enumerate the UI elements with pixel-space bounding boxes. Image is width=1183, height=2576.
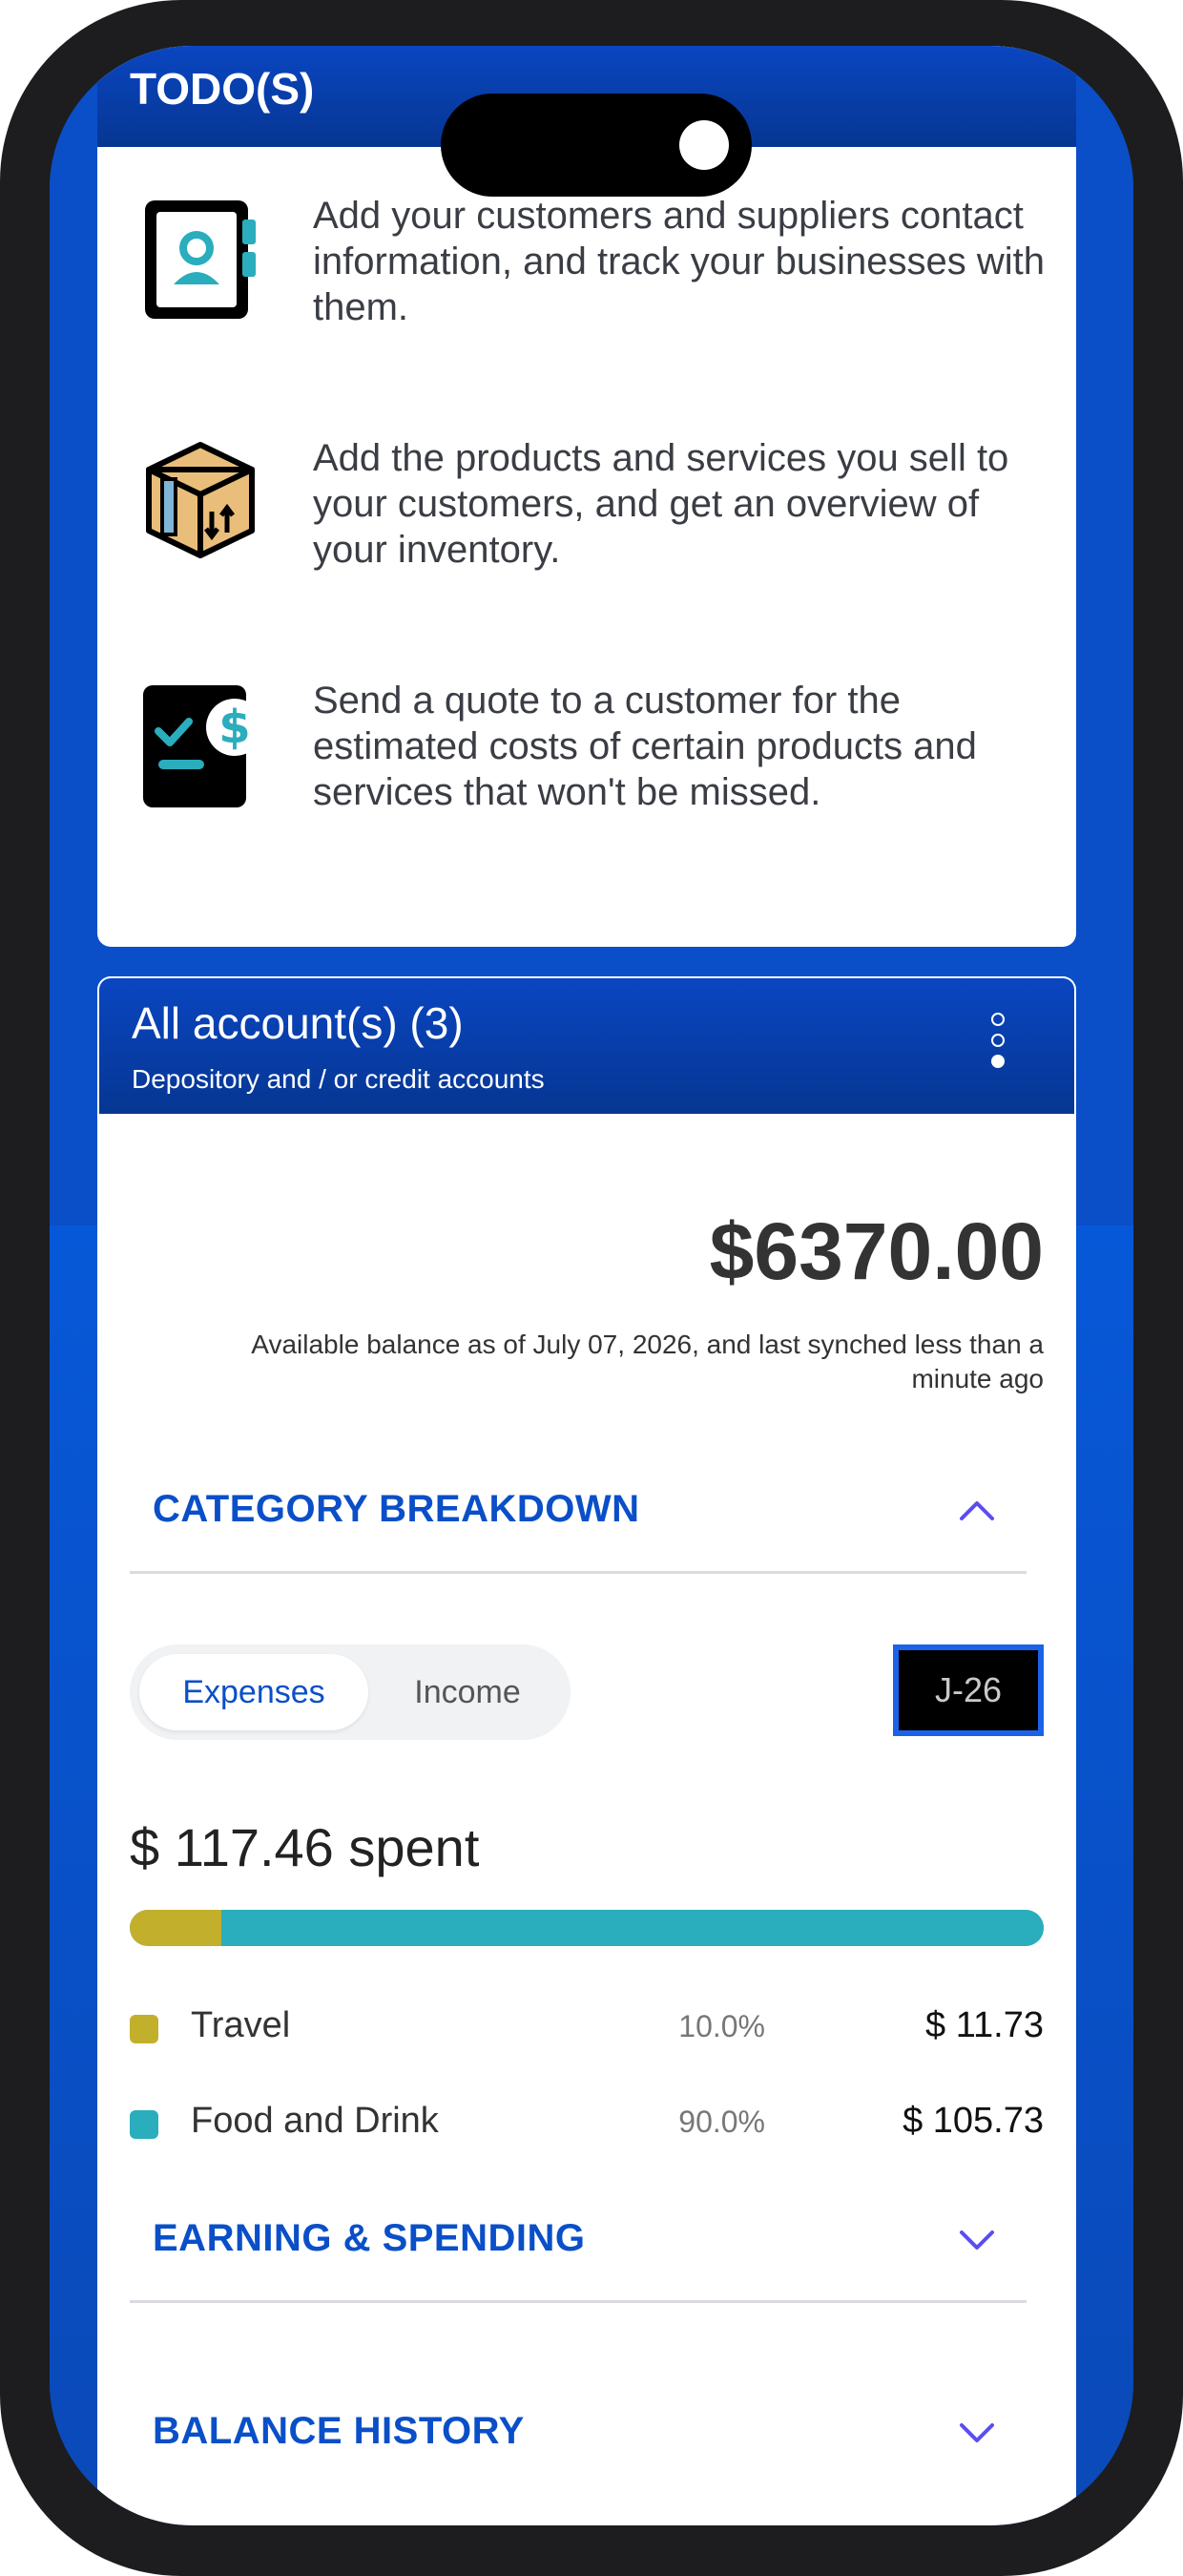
category-amount: $ 105.73 <box>903 2101 1044 2141</box>
period-button[interactable]: J-26 <box>893 1644 1044 1736</box>
earning-spending-toggle[interactable]: EARNING & SPENDING <box>130 2169 1027 2303</box>
category-name: Food and Drink <box>191 2101 439 2141</box>
camera-icon <box>679 120 729 170</box>
category-amount: $ 11.73 <box>925 2005 1044 2045</box>
quote-invoice-icon: $ <box>135 678 265 807</box>
travel-color-dot <box>130 2015 158 2043</box>
chevron-up-icon <box>960 1501 994 1520</box>
phone-frame: TODO(S) Add your customers and suppliers… <box>0 0 1183 2576</box>
accounts-card: All account(s) (3) Depository and / or c… <box>97 976 1076 2525</box>
todo-text: Add the products and services you sell t… <box>313 437 1009 571</box>
earning-spending-title: EARNING & SPENDING <box>153 2217 586 2259</box>
accounts-subtitle: Depository and / or credit accounts <box>132 1064 545 1094</box>
balance-note: Available balance as of July 07, 2026, a… <box>251 1330 1044 1393</box>
tab-income[interactable]: Income <box>374 1654 561 1730</box>
todo-text: Add your customers and suppliers contact… <box>313 195 1046 328</box>
contacts-icon <box>135 193 265 323</box>
dynamic-island <box>441 94 752 197</box>
category-percent: 10.0% <box>678 2009 765 2043</box>
inventory-box-icon <box>135 435 265 565</box>
balance-amount: $6370.00 <box>709 1206 1044 1296</box>
todo-title: TODO(S) <box>130 64 315 114</box>
category-row-food[interactable]: Food and Drink 90.0% $ 105.73 <box>130 2093 1044 2150</box>
category-bar <box>130 1910 1044 1946</box>
category-breakdown-title: CATEGORY BREAKDOWN <box>153 1488 640 1530</box>
category-percent: 90.0% <box>678 2105 765 2139</box>
chevron-down-icon <box>960 2230 994 2250</box>
expense-income-toggle: Expenses Income <box>130 1644 571 1740</box>
category-row-travel[interactable]: Travel 10.0% $ 11.73 <box>130 1998 1044 2055</box>
category-name: Travel <box>191 2005 291 2045</box>
balance-history-title: BALANCE HISTORY <box>153 2410 525 2452</box>
spent-total: $ 117.46 spent <box>130 1817 480 1877</box>
svg-text:$: $ <box>218 701 250 754</box>
tab-expenses[interactable]: Expenses <box>139 1654 368 1730</box>
more-options-icon[interactable] <box>988 1013 1007 1079</box>
accounts-title: All account(s) (3) <box>132 998 464 1048</box>
accounts-header: All account(s) (3) Depository and / or c… <box>97 976 1076 1114</box>
chevron-down-icon <box>960 2423 994 2442</box>
food-color-dot <box>130 2110 158 2139</box>
todo-text: Send a quote to a customer for the estim… <box>313 680 977 813</box>
bar-segment-travel <box>130 1910 221 1946</box>
balance-history-toggle[interactable]: BALANCE HISTORY <box>130 2362 1027 2496</box>
category-breakdown-toggle[interactable]: CATEGORY BREAKDOWN <box>130 1440 1027 1574</box>
bar-segment-food <box>220 1910 1044 1946</box>
screen: TODO(S) Add your customers and suppliers… <box>50 46 1133 2525</box>
